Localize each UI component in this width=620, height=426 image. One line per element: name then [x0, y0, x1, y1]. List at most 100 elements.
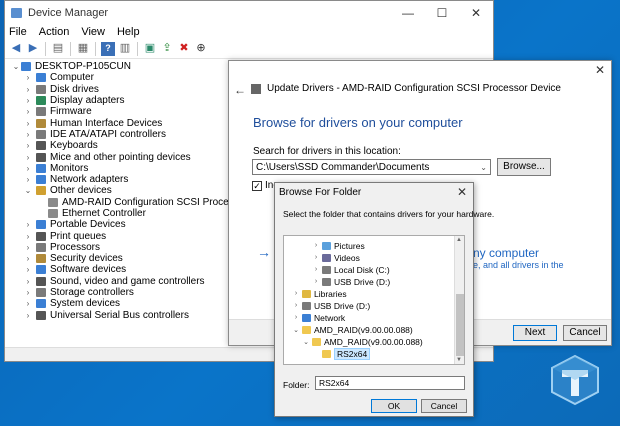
folder-tree-item[interactable]: › Pictures — [312, 240, 365, 251]
chevron-right-icon[interactable]: › — [292, 290, 300, 297]
ok-button[interactable]: OK — [371, 399, 417, 413]
checkmark-icon[interactable]: ✓ — [252, 180, 262, 191]
chevron-right-icon[interactable]: › — [23, 141, 33, 150]
update-driver-icon[interactable]: ⇪ — [160, 42, 174, 56]
menu-file[interactable]: File — [9, 26, 27, 38]
chevron-down-icon[interactable]: ⌄ — [302, 338, 310, 346]
close-button[interactable]: ✕ — [459, 1, 493, 25]
folder-tree-item[interactable]: › Videos — [312, 252, 360, 263]
close-icon[interactable]: ✕ — [457, 185, 467, 199]
forward-arrow-icon[interactable]: ▶ — [26, 42, 40, 56]
scroll-down-icon[interactable]: ▼ — [456, 357, 462, 363]
folder-tree-item[interactable]: › Local Disk (C:) — [312, 264, 390, 275]
chevron-right-icon[interactable]: › — [23, 232, 33, 241]
scroll-up-icon[interactable]: ▲ — [456, 237, 462, 243]
chevron-right-icon[interactable]: › — [23, 254, 33, 263]
chevron-right-icon[interactable]: › — [292, 314, 300, 321]
device-category-icon — [36, 163, 46, 173]
tree-scrollbar[interactable]: ▲ ▼ — [454, 236, 464, 364]
folder-input[interactable]: RS2x64 — [315, 376, 465, 390]
chevron-down-icon[interactable]: ⌄ — [11, 62, 21, 71]
folder-tree-item[interactable]: ⌄ AMD_RAID(v9.00.00.088) — [302, 336, 423, 347]
folder-tree-label: AMD_RAID(v9.00.00.088) — [324, 336, 423, 347]
minimize-button[interactable]: — — [391, 1, 425, 25]
download-icon[interactable]: ⊕ — [194, 42, 208, 56]
show-tree-icon[interactable]: ▤ — [51, 42, 65, 56]
device-category-icon — [36, 84, 46, 94]
view-icon[interactable]: ▥ — [118, 42, 132, 56]
chevron-right-icon[interactable]: › — [23, 85, 33, 94]
chevron-right-icon[interactable]: › — [23, 73, 33, 82]
device-category-icon — [36, 276, 46, 286]
chevron-right-icon[interactable]: › — [23, 164, 33, 173]
properties-icon[interactable]: ▦ — [76, 42, 90, 56]
device-category-icon — [36, 186, 46, 196]
chevron-right-icon[interactable]: › — [312, 278, 320, 285]
menu-action[interactable]: Action — [39, 26, 70, 38]
folder-tree-item[interactable]: › USB Drive (D:) — [292, 300, 370, 311]
menu-help[interactable]: Help — [117, 26, 140, 38]
chevron-right-icon[interactable]: › — [23, 299, 33, 308]
chevron-right-icon[interactable]: › — [312, 242, 320, 249]
right-arrow-icon[interactable]: → — [257, 244, 271, 260]
device-category-icon — [36, 129, 46, 139]
device-category-icon — [36, 299, 46, 309]
scan-hardware-icon[interactable]: ▣ — [143, 42, 157, 56]
chevron-down-icon[interactable]: ⌄ — [480, 163, 487, 172]
next-button[interactable]: Next — [513, 325, 557, 341]
chevron-right-icon[interactable]: › — [23, 107, 33, 116]
title-bar: Device Manager — ☐ ✕ — [5, 1, 493, 25]
maximize-button[interactable]: ☐ — [425, 1, 459, 25]
chevron-right-icon[interactable]: › — [23, 96, 33, 105]
cancel-button[interactable]: Cancel — [563, 325, 607, 341]
folder-tree-item[interactable]: › Network — [292, 312, 345, 323]
tree-label: Mice and other pointing devices — [50, 151, 191, 163]
tree-label: Human Interface Devices — [50, 117, 163, 129]
folder-tree-item[interactable]: ⌄ AMD_RAID(v9.00.00.088) — [292, 324, 413, 335]
uninstall-icon[interactable]: ✖ — [177, 42, 191, 56]
dialog-instruction: Select the folder that contains drivers … — [283, 209, 495, 219]
chevron-right-icon[interactable]: › — [312, 254, 320, 261]
chevron-right-icon[interactable]: › — [292, 302, 300, 309]
folder-tree-item[interactable]: › Libraries — [292, 288, 347, 299]
scroll-thumb[interactable] — [456, 294, 464, 356]
device-category-icon — [36, 152, 46, 162]
chevron-right-icon[interactable]: › — [23, 130, 33, 139]
chevron-right-icon[interactable]: › — [23, 311, 33, 320]
folder-icon — [312, 337, 321, 346]
chevron-right-icon[interactable]: › — [23, 243, 33, 252]
chevron-right-icon[interactable]: › — [23, 220, 33, 229]
update-drivers-title: Update Drivers - AMD-RAID Configuration … — [267, 83, 561, 94]
driver-path-input[interactable]: C:\Users\SSD Commander\Documents ⌄ — [252, 159, 491, 175]
browse-button[interactable]: Browse... — [497, 158, 551, 176]
chevron-right-icon[interactable]: › — [23, 277, 33, 286]
menu-view[interactable]: View — [81, 26, 105, 38]
folder-tree-label: USB Drive (D:) — [334, 276, 391, 287]
close-icon[interactable]: ✕ — [595, 63, 605, 77]
chevron-down-icon[interactable]: ⌄ — [23, 186, 33, 195]
folder-tree-label: Network — [314, 312, 346, 323]
tree-label: Universal Serial Bus controllers — [50, 309, 189, 321]
chevron-down-icon[interactable]: ⌄ — [292, 326, 300, 334]
folder-tree-item[interactable]: › USB Drive (D:) — [312, 276, 390, 287]
device-category-icon — [36, 141, 46, 151]
back-arrow-icon[interactable]: ◀ — [9, 42, 23, 56]
folder-tree-label: Pictures — [334, 240, 365, 251]
cancel-button[interactable]: Cancel — [421, 399, 467, 413]
folder-icon — [302, 289, 311, 298]
folder-tree-item[interactable]: RS2x64 — [312, 347, 371, 360]
folder-icon — [322, 241, 331, 250]
pick-from-list-link[interactable]: ny computer — [473, 246, 539, 260]
tree-label: Sound, video and game controllers — [50, 275, 205, 287]
chevron-right-icon[interactable]: › — [23, 119, 33, 128]
chevron-right-icon[interactable]: › — [23, 288, 33, 297]
chevron-right-icon[interactable]: › — [23, 175, 33, 184]
help-icon[interactable]: ? — [101, 41, 115, 56]
chevron-right-icon[interactable]: › — [23, 265, 33, 274]
chevron-right-icon[interactable]: › — [312, 266, 320, 273]
folder-tree[interactable]: ▲ ▼ › Pictures › Videos › Local Disk (C:) › USB… — [283, 235, 465, 365]
back-arrow-icon[interactable]: ← — [234, 83, 246, 97]
browse-for-folder-dialog: Browse For Folder ✕ Select the folder th… — [274, 182, 494, 417]
page-heading: Browse for drivers on your computer — [253, 115, 463, 130]
chevron-right-icon[interactable]: › — [23, 153, 33, 162]
